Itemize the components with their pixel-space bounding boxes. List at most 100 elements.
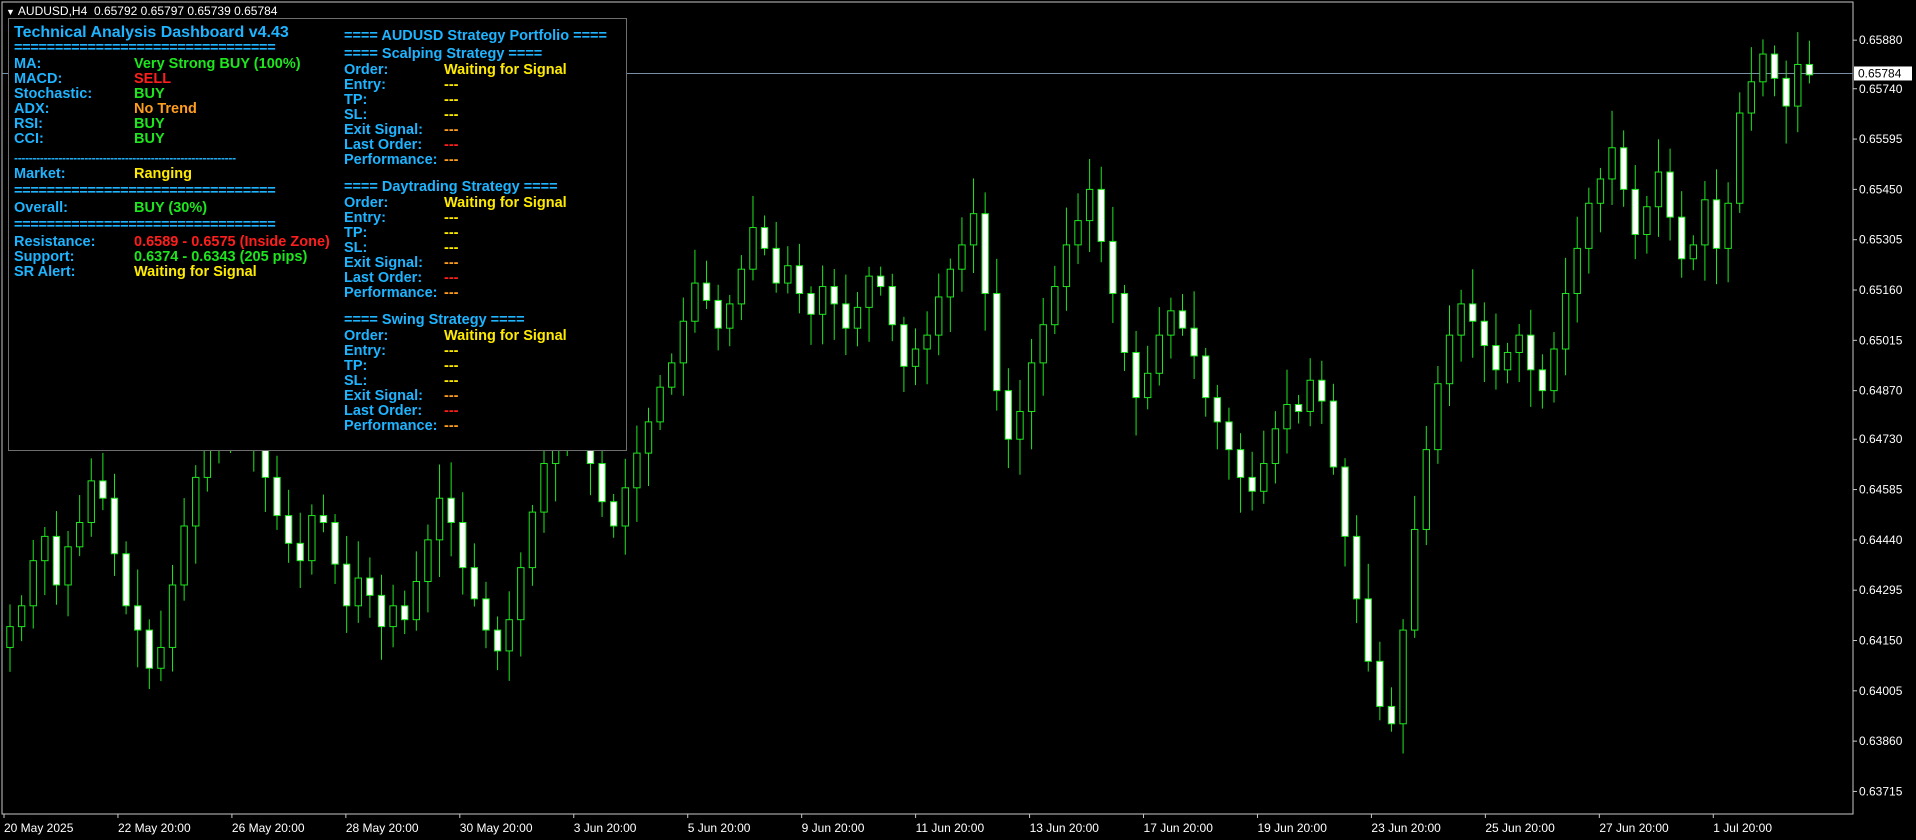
daytrading-tp-value: --- [444,225,459,241]
candle-body [435,497,444,541]
candle-body [760,227,769,249]
candle [900,316,908,393]
candle [1794,32,1802,133]
candle-body [29,560,37,607]
candle-body [459,522,467,569]
candle [87,458,95,537]
candle-body [273,476,281,517]
candle [923,311,931,385]
scalping-performance-label: Performance: [344,152,438,168]
y-tick-label: 0.64005 [1859,684,1903,698]
candle-body [1167,310,1175,336]
candle [1538,354,1547,409]
candle [1318,360,1326,424]
candle-body [876,275,885,288]
candle-body [1736,112,1744,204]
candle-body [1132,351,1140,399]
candle-body [308,515,316,562]
candle [52,511,61,605]
candle [284,489,293,563]
candle [1364,563,1372,672]
candle [459,492,467,595]
candle [1329,383,1338,475]
x-tick-label: 27 Jun 20:00 [1599,821,1669,835]
dash-separator: ----------------------------------------… [14,151,236,165]
candle-body [319,515,328,524]
candle [296,512,304,589]
candle [342,535,351,633]
candle-body [331,522,339,565]
candle [958,217,966,292]
candle-body [1527,334,1535,371]
candle-body [192,476,200,527]
scalping-entry-label: Entry: [344,77,386,93]
candle [1376,641,1384,721]
candle [1283,369,1291,454]
candle-body [389,605,397,628]
candle-body [1619,147,1628,190]
candle-body [1329,400,1338,468]
candle-body [157,646,165,669]
candle [1062,207,1071,311]
candle [1190,291,1198,379]
candle [702,260,711,309]
candle [1167,297,1175,359]
candle-body [1759,53,1767,83]
candle [1236,433,1245,513]
candle-body [1805,63,1814,76]
candle [99,452,107,511]
swing-order-value: Waiting for Signal [444,328,567,344]
candle [807,286,815,345]
daytrading-sl-value: --- [444,240,459,256]
swing-sl-value: --- [444,373,459,389]
ind-label-stochastic: Stochastic: [14,86,93,102]
candle [1202,347,1210,417]
ind-label-macd: MACD: [14,71,63,87]
candle-body [691,282,699,322]
candle [308,504,316,575]
candle-body [1457,303,1465,336]
candle-body [470,567,479,600]
candle [366,557,374,618]
candle [354,541,362,623]
candle-body [1747,81,1756,114]
separator: ================================ [14,183,276,199]
candle [668,353,676,395]
candle-body [865,275,873,308]
candle [1619,130,1628,207]
candle-body [1109,240,1117,294]
candle-body [946,268,955,298]
candle [1074,193,1082,265]
candle [401,590,409,635]
candle-body [1178,310,1187,329]
ind-value-macd: SELL [134,71,172,87]
candle [853,292,862,347]
candle [389,584,397,648]
swing-tp-label: TP: [344,358,368,374]
candle [1573,216,1581,323]
candle-body [180,525,188,586]
candle [784,246,792,294]
candle [1724,182,1732,283]
candle-body [1538,369,1547,392]
daytrading-last-order-value: --- [444,270,459,286]
y-tick-label: 0.65015 [1859,333,1903,347]
y-tick-label: 0.64295 [1859,583,1903,597]
candle-body [714,299,722,329]
ind-value-adx: No Trend [134,101,197,117]
ind-label-adx: ADX: [14,101,50,117]
y-tick-label: 0.64870 [1859,384,1903,398]
candle [946,258,955,332]
candle [1550,332,1558,403]
candle-body [517,567,525,621]
candle-body [366,577,374,596]
candle-body [621,487,629,527]
y-tick-label: 0.65160 [1859,283,1903,297]
candle-body [1410,528,1419,631]
candle-body [528,511,537,569]
candle-body [296,542,304,562]
candle-body [87,480,95,524]
candle [644,407,653,486]
candle-body [935,296,943,336]
chart-menu-triangle-icon[interactable]: ▼ [6,7,15,17]
